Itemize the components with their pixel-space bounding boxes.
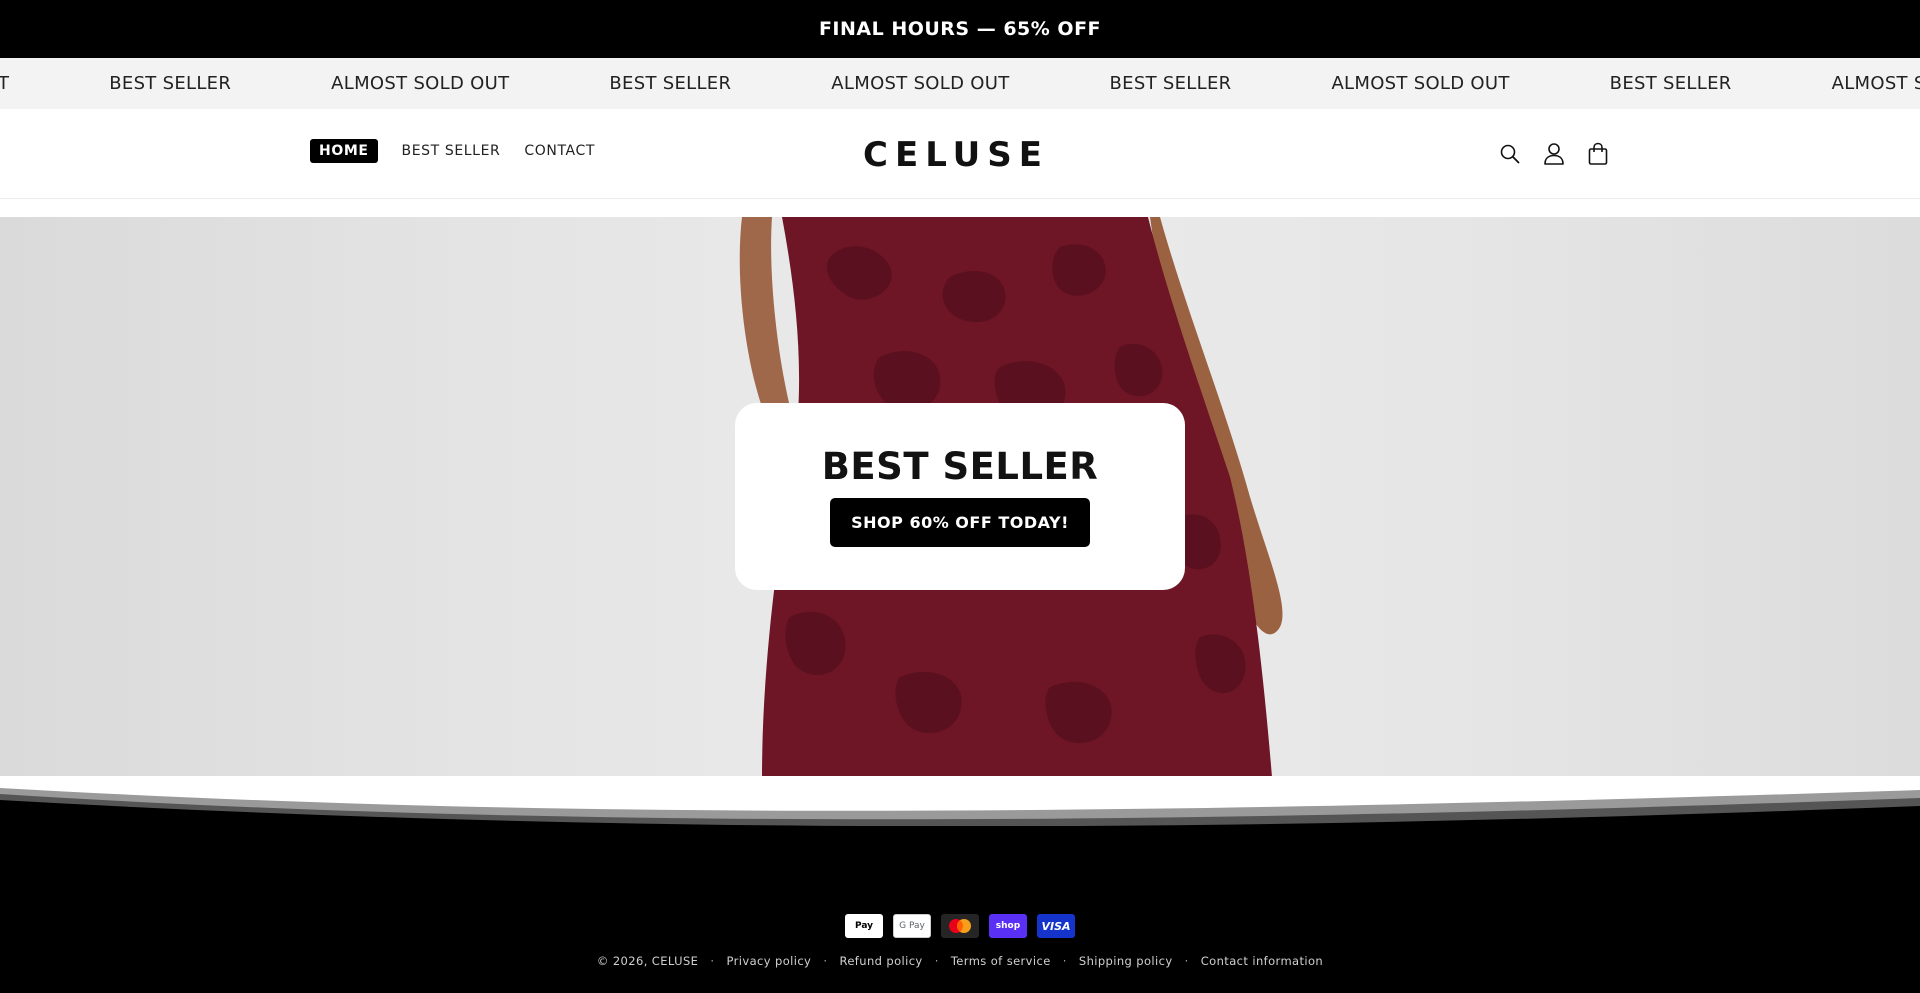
site-footer: Pay G Pay shop VISA © 2026, CELUSE · Pri…	[0, 826, 1920, 993]
separator: ·	[823, 954, 828, 968]
marquee-track: OUT BEST SELLER ALMOST SOLD OUT BEST SEL…	[0, 58, 1920, 109]
apple-pay-icon: Pay	[845, 914, 883, 938]
marquee-item: ALMOST SOLD OUT	[831, 73, 1010, 94]
separator: ·	[934, 954, 939, 968]
marquee-item: OUT	[0, 73, 10, 94]
site-header: HOME BEST SELLER CONTACT CELUSE	[0, 109, 1920, 199]
nav-contact-link[interactable]: CONTACT	[524, 139, 595, 163]
mastercard-icon	[941, 914, 979, 938]
shipping-policy-link[interactable]: Shipping policy	[1079, 954, 1173, 968]
main-nav: HOME BEST SELLER CONTACT	[310, 139, 619, 163]
marquee-item: BEST SELLER	[609, 73, 732, 94]
visa-icon: VISA	[1037, 914, 1075, 938]
separator: ·	[710, 954, 715, 968]
nav-home-link[interactable]: HOME	[310, 139, 378, 163]
hero-banner: BEST SELLER SHOP 60% OFF TODAY!	[0, 217, 1920, 777]
nav-best-seller-link[interactable]: BEST SELLER	[402, 139, 501, 163]
cart-icon[interactable]	[1584, 140, 1612, 168]
payment-icons: Pay G Pay shop VISA	[845, 914, 1085, 938]
marquee-item: ALMOST SOLD OUT	[1831, 73, 1920, 94]
terms-of-service-link[interactable]: Terms of service	[951, 954, 1051, 968]
brand-logo[interactable]: CELUSE	[858, 135, 1054, 175]
marquee-item: ALMOST SOLD OUT	[1331, 73, 1510, 94]
marquee-item: BEST SELLER	[1609, 73, 1732, 94]
account-icon[interactable]	[1540, 140, 1568, 168]
separator: ·	[1184, 954, 1189, 968]
announcement-bar: FINAL HOURS — 65% OFF	[0, 0, 1920, 58]
separator: ·	[1062, 954, 1067, 968]
shop-pay-icon: shop	[989, 914, 1027, 938]
footer-legal: © 2026, CELUSE · Privacy policy · Refund…	[0, 954, 1920, 968]
refund-policy-link[interactable]: Refund policy	[839, 954, 922, 968]
shop-now-button[interactable]: SHOP 60% OFF TODAY!	[830, 498, 1090, 547]
marquee-bar: OUT BEST SELLER ALMOST SOLD OUT BEST SEL…	[0, 58, 1920, 109]
google-pay-icon: G Pay	[893, 914, 931, 938]
privacy-policy-link[interactable]: Privacy policy	[727, 954, 812, 968]
hero-title: BEST SELLER	[821, 445, 1099, 488]
search-icon[interactable]	[1496, 140, 1524, 168]
marquee-item: BEST SELLER	[1109, 73, 1232, 94]
marquee-item: BEST SELLER	[109, 73, 232, 94]
contact-information-link[interactable]: Contact information	[1201, 954, 1323, 968]
copyright-text: © 2026, CELUSE	[596, 954, 699, 968]
hero-card: BEST SELLER SHOP 60% OFF TODAY!	[735, 403, 1185, 590]
announcement-text: FINAL HOURS — 65% OFF	[818, 18, 1102, 40]
marquee-item: ALMOST SOLD OUT	[331, 73, 510, 94]
header-icons	[1496, 140, 1628, 168]
